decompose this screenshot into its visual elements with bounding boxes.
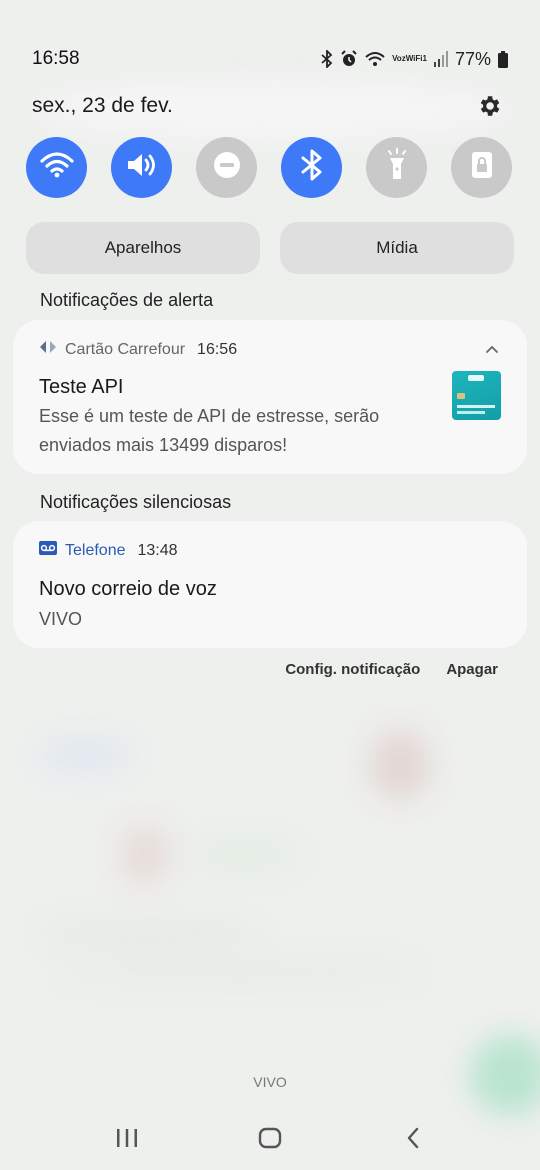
lock-icon xyxy=(470,150,494,185)
navigation-bar xyxy=(0,1122,540,1158)
quick-settings xyxy=(26,137,512,198)
flashlight-icon xyxy=(384,148,410,187)
notification-time: 16:56 xyxy=(197,340,238,358)
notification-body: Esse é um teste de API de estresse, serã… xyxy=(39,406,380,455)
notification-header: Telefone 13:48 xyxy=(39,541,178,560)
signal-icon xyxy=(433,51,448,67)
silent-notifications-title: Notificações silenciosas xyxy=(40,492,232,512)
recent-apps-icon xyxy=(116,1128,138,1153)
voz-wifi-label: Voz WiFi1 xyxy=(392,54,427,63)
media-button[interactable]: Mídia xyxy=(280,222,514,274)
notification-body: VIVO xyxy=(39,609,83,629)
carrier-label: VIVO xyxy=(253,1074,287,1090)
credit-card-thumbnail xyxy=(452,371,501,420)
notification-card-carrefour[interactable]: Cartão Carrefour 16:56 Teste API Esse é … xyxy=(13,320,527,474)
battery-icon xyxy=(498,50,508,68)
clear-all-button[interactable]: Apagar xyxy=(446,661,498,678)
wifi-calling-icon xyxy=(365,51,385,67)
notification-header: Cartão Carrefour 16:56 xyxy=(39,340,237,359)
voicemail-icon xyxy=(39,541,57,560)
wifi-toggle[interactable] xyxy=(26,137,87,198)
status-bar: 16:58 Voz WiFi1 77% xyxy=(32,44,508,74)
clock: 16:58 xyxy=(32,48,80,69)
wifi-icon xyxy=(39,151,74,184)
notification-time: 13:48 xyxy=(137,541,178,559)
home-icon xyxy=(258,1127,282,1154)
do-not-disturb-toggle[interactable] xyxy=(196,137,257,198)
carrefour-logo-icon xyxy=(39,340,57,359)
notification-title: Teste API xyxy=(39,376,124,398)
media-output-row: Aparelhos Mídia xyxy=(26,222,514,274)
bluetooth-icon xyxy=(300,149,324,186)
chevron-up-icon[interactable] xyxy=(485,342,499,356)
minus-circle-icon xyxy=(212,150,242,185)
date-row: sex., 23 de fev. xyxy=(32,90,502,122)
sound-toggle[interactable] xyxy=(111,137,172,198)
secure-folder-toggle[interactable] xyxy=(451,137,512,198)
home-button[interactable] xyxy=(250,1122,290,1158)
alarm-icon xyxy=(340,50,358,68)
notification-app-name: Cartão Carrefour xyxy=(65,340,186,358)
notification-app-name: Telefone xyxy=(65,541,126,559)
notification-actions: Config. notificação Apagar xyxy=(285,661,498,678)
bluetooth-toggle[interactable] xyxy=(281,137,342,198)
date-label: sex., 23 de fev. xyxy=(32,94,173,117)
speaker-icon xyxy=(125,150,159,185)
battery-percentage: 77% xyxy=(454,48,491,69)
back-icon xyxy=(405,1127,421,1154)
bluetooth-icon xyxy=(321,50,333,68)
back-button[interactable] xyxy=(393,1122,433,1158)
notification-card-telefone[interactable]: Telefone 13:48 Novo correio de voz VIVO xyxy=(13,521,527,648)
alert-notifications-title: Notificações de alerta xyxy=(40,290,214,310)
flashlight-toggle[interactable] xyxy=(366,137,427,198)
notification-title: Novo correio de voz xyxy=(39,578,217,600)
devices-button[interactable]: Aparelhos xyxy=(26,222,260,274)
notification-settings-button[interactable]: Config. notificação xyxy=(285,661,420,678)
recent-apps-button[interactable] xyxy=(107,1122,147,1158)
gear-icon[interactable] xyxy=(476,93,502,119)
